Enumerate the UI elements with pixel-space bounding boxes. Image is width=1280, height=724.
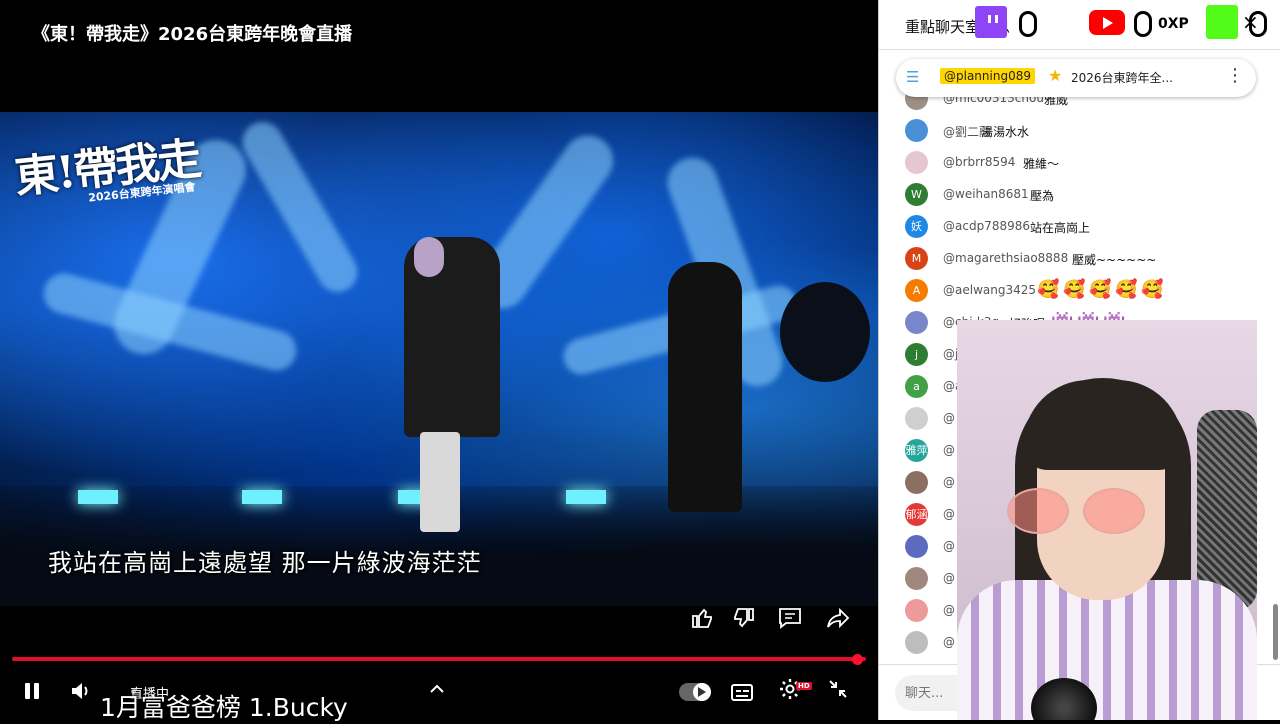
pinned-message-icon: ☰: [906, 68, 920, 86]
streamer-webcam-overlay: [957, 320, 1257, 720]
stage-light: [566, 490, 606, 504]
streamer-shirt: [957, 580, 1257, 720]
youtube-counter: [1134, 11, 1152, 37]
chat-message-text: 湯湯水水: [981, 125, 1030, 139]
streamer-bangs: [1023, 380, 1183, 470]
emote-icon: 🥰: [1141, 279, 1164, 300]
ticker-overlay: 1月富爸爸榜 1.Bucky: [100, 693, 348, 722]
chat-message[interactable]: 妖 @acdp788986 站在高崗上: [879, 212, 1271, 244]
volume-icon[interactable]: [70, 680, 92, 708]
stage-light: [78, 490, 118, 504]
kick-icon[interactable]: [1206, 5, 1238, 39]
close-icon[interactable]: ×: [1242, 10, 1259, 34]
chat-username[interactable]: @: [943, 635, 955, 649]
chat-message-text: 雅維～: [1023, 157, 1060, 171]
chat-header: 重點聊天室訊息 0XP ×: [879, 0, 1280, 50]
chat-message[interactable]: @劉二融 湯湯水水: [879, 116, 1271, 148]
drum-kit: [780, 282, 870, 382]
avatar[interactable]: [905, 599, 928, 622]
emote-icon: 🥰: [1037, 279, 1060, 300]
chat-username[interactable]: @aelwang3425: [943, 283, 1036, 297]
comment-icon[interactable]: [776, 606, 804, 634]
chevron-up-icon[interactable]: [428, 680, 446, 703]
avatar[interactable]: W: [905, 183, 928, 206]
pinned-message-text: 2026台東跨年全...: [1071, 71, 1173, 85]
xp-label: 0XP: [1158, 16, 1189, 32]
avatar[interactable]: a: [905, 375, 928, 398]
emote-icon: 🥰: [1063, 279, 1086, 300]
exit-fullscreen-icon[interactable]: [827, 678, 849, 705]
avatar[interactable]: [905, 311, 928, 334]
avatar[interactable]: j: [905, 343, 928, 366]
thumbs-down-icon[interactable]: [729, 606, 757, 634]
thumbs-up-icon[interactable]: [689, 606, 717, 634]
chat-username[interactable]: @: [943, 539, 955, 553]
chat-username[interactable]: @acdp788986: [943, 219, 1030, 233]
progress-bar[interactable]: [12, 657, 866, 661]
sunglasses-lens: [1083, 488, 1145, 534]
avatar[interactable]: 郁涵: [905, 503, 928, 526]
stage-light-streak: [235, 114, 365, 300]
avatar[interactable]: [905, 567, 928, 590]
chat-username[interactable]: @: [943, 411, 955, 425]
autoplay-toggle[interactable]: [679, 683, 711, 701]
subtitles-icon[interactable]: [731, 684, 753, 701]
avatar[interactable]: [905, 151, 928, 174]
share-icon[interactable]: [824, 606, 852, 634]
chat-username[interactable]: @: [943, 571, 955, 585]
avatar[interactable]: [905, 535, 928, 558]
twitch-counter: [1019, 11, 1037, 37]
twitch-icon[interactable]: [975, 6, 1007, 38]
chat-username[interactable]: @: [943, 603, 955, 617]
chat-username[interactable]: @weihan8681: [943, 187, 1029, 201]
chat-message[interactable]: W @weihan8681 壓為: [879, 180, 1271, 212]
chat-username[interactable]: @: [943, 507, 955, 521]
emote-group: 🥰 🥰 🥰 🥰 🥰: [1037, 279, 1167, 301]
emote-icon: 🥰: [1089, 279, 1112, 300]
chat-message-text: 壓威~~~~~~: [1072, 253, 1157, 267]
chat-username[interactable]: @brbrr8594: [943, 155, 1015, 169]
sunglasses-lens: [1007, 488, 1069, 534]
video-player[interactable]: 《東！帶我走》2026台東跨年晚會直播 東!帶我走 2026台東跨年演唱會 我站…: [0, 0, 878, 722]
more-options-icon[interactable]: ⋮: [1226, 65, 1244, 86]
youtube-icon[interactable]: [1089, 10, 1125, 35]
avatar[interactable]: 妖: [905, 215, 928, 238]
singer-hair: [414, 237, 444, 277]
chat-username[interactable]: @magarethsiao8888: [943, 251, 1068, 265]
chat-username[interactable]: @: [943, 443, 955, 457]
singer-boots: [420, 432, 460, 532]
guitarist-figure: [668, 262, 742, 512]
avatar[interactable]: 雅萍: [905, 439, 928, 462]
lyrics-caption: 我站在高崗上遠處望 那一片綠波海茫茫: [48, 549, 482, 577]
chat-message[interactable]: A @aelwang3425 🥰 🥰 🥰 🥰 🥰: [879, 276, 1271, 308]
chat-message[interactable]: @brbrr8594 雅維～: [879, 148, 1271, 180]
chat-message[interactable]: M @magarethsiao8888 壓威~~~~~~: [879, 244, 1271, 276]
pause-button[interactable]: [22, 681, 42, 703]
pinned-message[interactable]: ☰ @planning089 ★ 2026台東跨年全... ⋮: [896, 59, 1256, 97]
hd-badge: HD: [796, 682, 812, 690]
progress-knob[interactable]: [852, 654, 864, 665]
avatar[interactable]: [905, 407, 928, 430]
avatar[interactable]: [905, 471, 928, 494]
avatar[interactable]: [905, 119, 928, 142]
chat-message-text: 站在高崗上: [1030, 221, 1091, 235]
chat-scrollbar[interactable]: [1273, 604, 1278, 660]
avatar[interactable]: M: [905, 247, 928, 270]
stage-light: [242, 490, 282, 504]
chat-message-text: 壓為: [1030, 189, 1055, 203]
avatar[interactable]: [905, 631, 928, 654]
video-frame[interactable]: 東!帶我走 2026台東跨年演唱會 我站在高崗上遠處望 那一片綠波海茫茫: [0, 112, 878, 606]
video-title: 《東！帶我走》2026台東跨年晚會直播: [32, 24, 353, 45]
emote-icon: 🥰: [1115, 279, 1138, 300]
avatar[interactable]: A: [905, 279, 928, 302]
chat-username[interactable]: @: [943, 475, 955, 489]
pinned-message-user: @planning089: [940, 68, 1035, 84]
star-icon: ★: [1048, 66, 1063, 85]
